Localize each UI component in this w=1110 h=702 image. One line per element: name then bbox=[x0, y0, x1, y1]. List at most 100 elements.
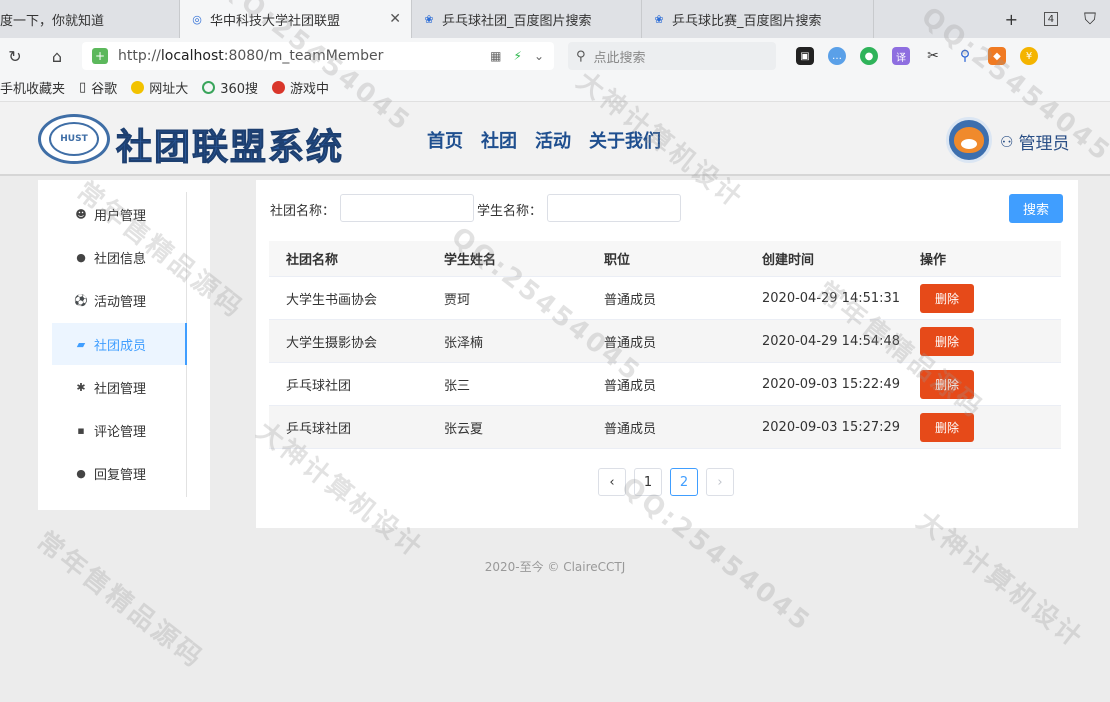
url-tools: ▦ ⚡ ⌄ bbox=[490, 49, 554, 63]
cell-team: 乒乓球社团 bbox=[286, 378, 352, 394]
shield-icon: + bbox=[92, 48, 108, 64]
student-name-input[interactable] bbox=[547, 194, 681, 222]
sidebar: ☻ 用户管理 ● 社团信息 ⚽ 活动管理 ▰ 社团成员 ✱ 社团管理 ▪ 评论管… bbox=[38, 180, 210, 510]
sidebar-item-members[interactable]: ▰ 社团成员 bbox=[52, 323, 187, 365]
sidebar-item-label: 社团信息 bbox=[94, 251, 147, 267]
sidebar-item-comments[interactable]: ▪ 评论管理 bbox=[52, 409, 187, 451]
reload-icon[interactable]: ↻ bbox=[0, 47, 30, 66]
search-icon: ⚲ bbox=[576, 48, 586, 64]
bookmark-item[interactable]: 网址大 bbox=[131, 78, 188, 97]
browser-tab[interactable]: ❀ 乒乓球社团_百度图片搜索 bbox=[412, 0, 642, 38]
new-tab-button[interactable]: + bbox=[1005, 10, 1018, 29]
pagination: ‹ 1 2 › bbox=[598, 468, 734, 496]
col-role: 职位 bbox=[604, 253, 631, 268]
translate-ext-icon[interactable]: 译 bbox=[892, 47, 910, 65]
cell-action: 删除 bbox=[905, 369, 1061, 399]
globe-icon: ◎ bbox=[192, 12, 202, 26]
green-ext-icon[interactable]: ● bbox=[860, 47, 878, 65]
game-ext-icon[interactable]: ▣ bbox=[796, 47, 814, 65]
qr-icon[interactable]: ▦ bbox=[490, 49, 501, 63]
cell-action: 删除 bbox=[905, 412, 1061, 442]
prev-page-button[interactable]: ‹ bbox=[598, 468, 626, 496]
cell-role: 普通成员 bbox=[604, 335, 657, 351]
nav-teams[interactable]: 社团 bbox=[481, 127, 517, 153]
emblem-text: HUST bbox=[49, 122, 99, 156]
bookmark-item[interactable]: 360搜 bbox=[202, 78, 258, 97]
user-menu[interactable]: ⚇ 管理员 bbox=[1000, 129, 1069, 155]
delete-button[interactable]: 删除 bbox=[920, 326, 974, 356]
bolt-icon[interactable]: ⚡ bbox=[514, 49, 522, 63]
cell-created: 2020-04-29 14:54:48 bbox=[762, 333, 901, 349]
team-name-label: 社团名称： bbox=[270, 204, 336, 219]
sidebar-item-replies[interactable]: ● 回复管理 bbox=[52, 452, 187, 494]
cell-team: 大学生书画协会 bbox=[286, 292, 378, 308]
cell-role: 普通成员 bbox=[604, 421, 657, 437]
fox-icon bbox=[954, 127, 984, 153]
page-button-current[interactable]: 2 bbox=[670, 468, 698, 496]
site-brand-title[interactable]: 社团联盟系统 bbox=[115, 118, 344, 170]
cell-student: 张泽楠 bbox=[444, 335, 484, 351]
cell-action: 删除 bbox=[905, 283, 1061, 313]
table-row: 大学生摄影协会 张泽楠 普通成员 2020-04-29 14:54:48 删除 bbox=[269, 320, 1061, 363]
table-row: 乒乓球社团 张云夏 普通成员 2020-09-03 15:27:29 删除 bbox=[269, 406, 1061, 449]
cell-student: 贾珂 bbox=[444, 292, 471, 308]
col-created: 创建时间 bbox=[762, 253, 815, 268]
cell-student: 张云夏 bbox=[444, 421, 484, 437]
sidebar-item-team-manage[interactable]: ✱ 社团管理 bbox=[52, 366, 187, 408]
shield-ext-icon[interactable]: ¥ bbox=[1020, 47, 1038, 65]
sidebar-item-team-info[interactable]: ● 社团信息 bbox=[52, 236, 187, 278]
file-icon: ▯ bbox=[79, 80, 87, 95]
sidebar-item-label: 回复管理 bbox=[94, 467, 147, 483]
extension-icons: ▣ … ● 译 ✂ ⚲ ◆ ¥ bbox=[796, 47, 1038, 65]
nav-about[interactable]: 关于我们 bbox=[589, 127, 661, 153]
delete-button[interactable]: 删除 bbox=[920, 283, 974, 313]
delete-button[interactable]: 删除 bbox=[920, 412, 974, 442]
search-button[interactable]: 搜索 bbox=[1009, 194, 1063, 223]
football-icon: ⚽ bbox=[74, 293, 88, 307]
bookmark-icon bbox=[131, 81, 145, 94]
next-page-button[interactable]: › bbox=[706, 468, 734, 496]
cell-student: 张三 bbox=[444, 378, 471, 394]
baidu-paw-icon: ❀ bbox=[424, 12, 434, 26]
browser-tab[interactable]: ❀ 乒乓球比赛_百度图片搜索 bbox=[642, 0, 874, 38]
browser-search-box[interactable]: ⚲ 点此搜索 bbox=[568, 42, 776, 70]
team-name-input[interactable] bbox=[340, 194, 474, 222]
sidebar-item-label: 用户管理 bbox=[94, 208, 147, 224]
browser-tab-active[interactable]: ◎ 华中科技大学社团联盟 ✕ bbox=[180, 0, 412, 38]
page-button[interactable]: 1 bbox=[634, 468, 662, 496]
delete-button[interactable]: 删除 bbox=[920, 369, 974, 399]
shirt-icon[interactable]: ⛉ bbox=[1084, 9, 1096, 29]
university-emblem-icon: HUST bbox=[38, 114, 110, 164]
bookmark-item[interactable]: 手机收藏夹 bbox=[0, 78, 65, 97]
bookmark-item[interactable]: 游戏中 bbox=[272, 78, 329, 97]
cell-created: 2020-09-03 15:22:49 bbox=[762, 376, 901, 392]
nav-home[interactable]: 首页 bbox=[427, 127, 463, 153]
gear-icon: ✱ bbox=[76, 380, 86, 394]
table-row: 大学生书画协会 贾珂 普通成员 2020-04-29 14:51:31 删除 bbox=[269, 277, 1061, 320]
users-icon: ☻ bbox=[75, 207, 87, 221]
table-header: 社团名称 学生姓名 职位 创建时间 操作 bbox=[269, 241, 1061, 277]
user-gear-icon: ⚇ bbox=[1000, 132, 1014, 151]
scissors-icon[interactable]: ✂ bbox=[924, 47, 942, 65]
watermark-text: 常年售精品源码 bbox=[30, 526, 210, 675]
page-footer: 2020-至今 © ClaireCCTJ bbox=[484, 560, 626, 574]
tab-count-badge[interactable]: 4 bbox=[1043, 12, 1058, 26]
address-bar[interactable]: + http://localhost:8080/m_teamMember ▦ ⚡… bbox=[82, 42, 554, 70]
cell-created: 2020-09-03 15:27:29 bbox=[762, 419, 901, 435]
col-team: 社团名称 bbox=[286, 253, 339, 268]
gamepad-icon[interactable]: ◆ bbox=[988, 47, 1006, 65]
home-icon[interactable]: ⌂ bbox=[42, 47, 72, 66]
cell-role: 普通成员 bbox=[604, 378, 657, 394]
chevron-down-icon[interactable]: ⌄ bbox=[534, 49, 544, 63]
nav-activities[interactable]: 活动 bbox=[535, 127, 571, 153]
sidebar-item-activities[interactable]: ⚽ 活动管理 bbox=[52, 279, 187, 321]
avatar[interactable] bbox=[946, 117, 992, 163]
bookmark-item[interactable]: ▯ 谷歌 bbox=[79, 78, 117, 97]
browser-tab[interactable]: 度一下，你就知道 bbox=[0, 0, 180, 38]
magnifier-icon[interactable]: ⚲ bbox=[956, 47, 974, 65]
bookmark-icon bbox=[272, 81, 286, 94]
sidebar-item-label: 社团成员 bbox=[94, 338, 147, 354]
sidebar-item-users[interactable]: ☻ 用户管理 bbox=[52, 193, 187, 235]
close-icon[interactable]: ✕ bbox=[389, 11, 401, 27]
chat-ext-icon[interactable]: … bbox=[828, 47, 846, 65]
